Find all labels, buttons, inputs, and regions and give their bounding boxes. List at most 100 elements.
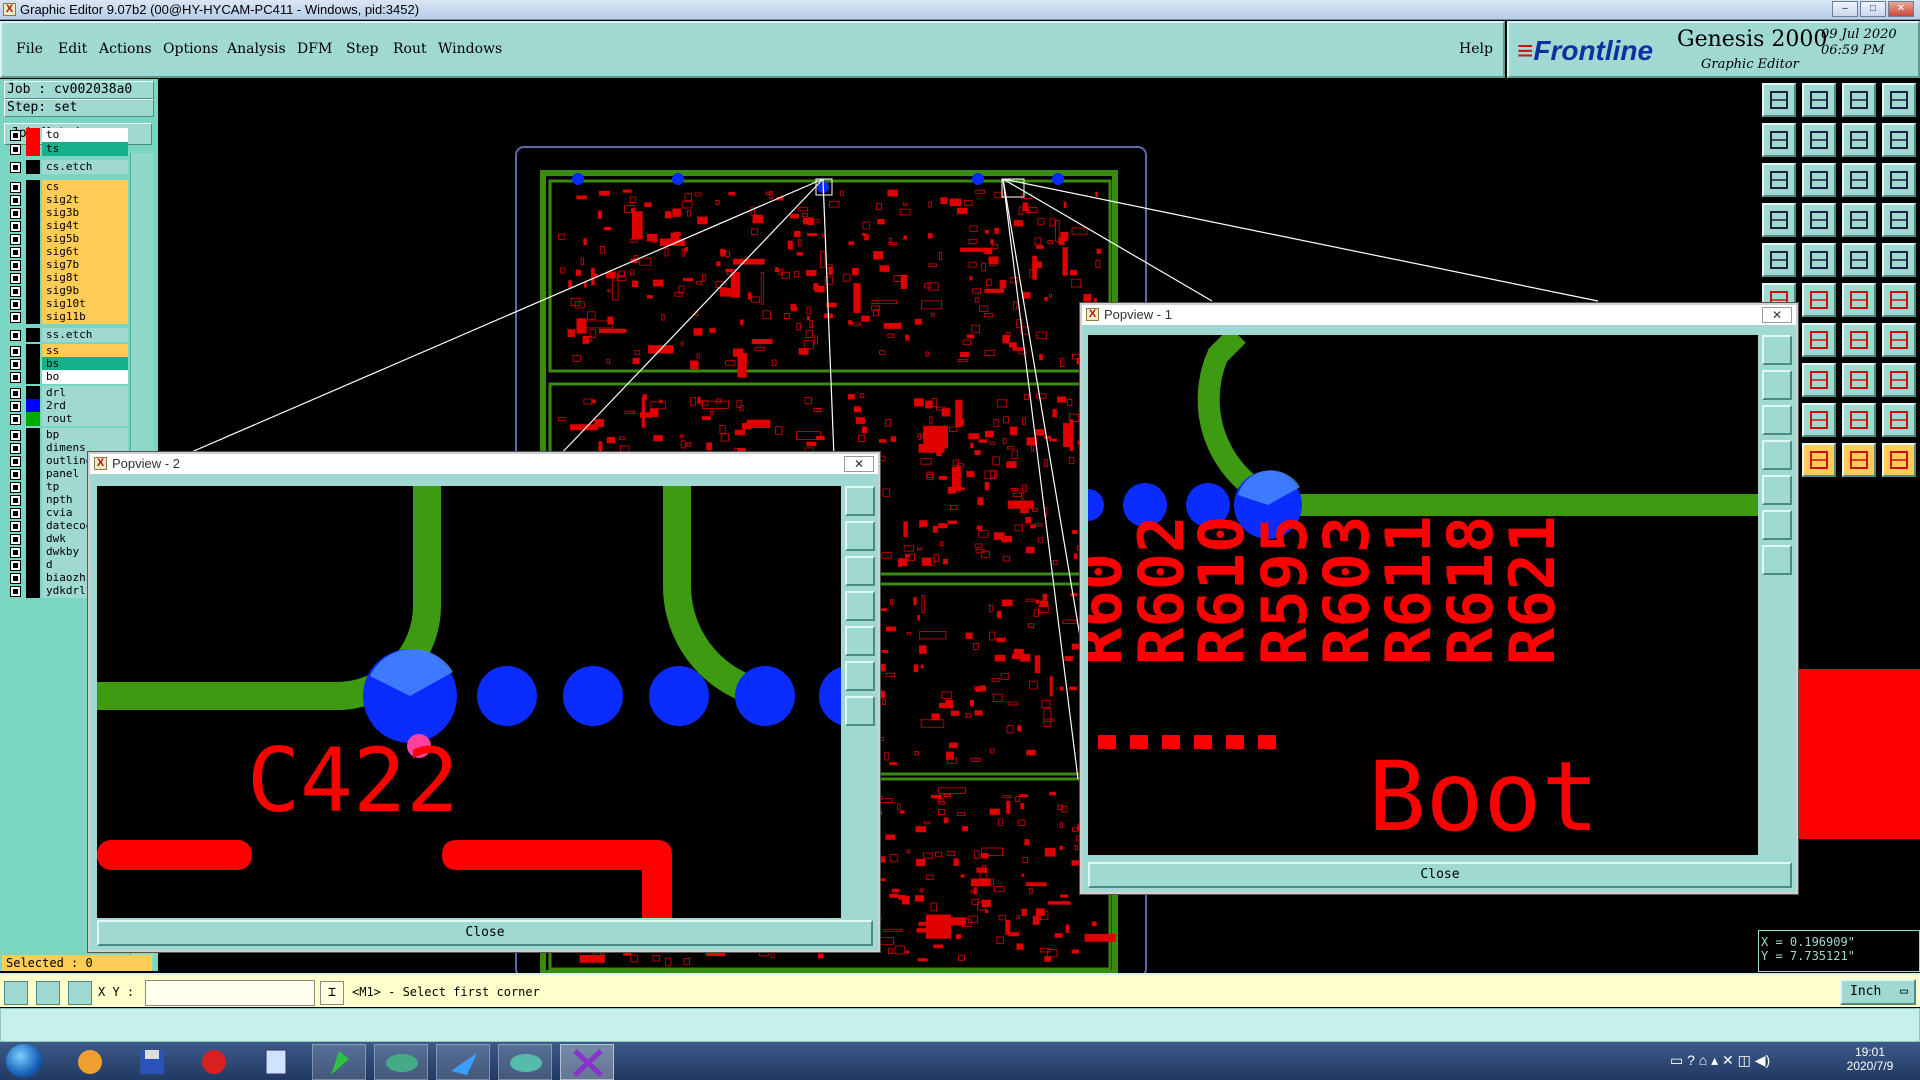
layers2-icon[interactable] — [1882, 203, 1916, 237]
popview-1-tool-7[interactable] — [1762, 545, 1792, 575]
start-button[interactable] — [6, 1044, 42, 1078]
taskbar-app-shell[interactable] — [66, 1046, 114, 1078]
rect-icon[interactable] — [1882, 363, 1916, 397]
layer-checkbox[interactable] — [10, 312, 21, 323]
grid-icon[interactable] — [1802, 203, 1836, 237]
cursor-icon[interactable]: ⌶ — [320, 981, 344, 1005]
snap-icon[interactable] — [4, 981, 28, 1005]
record-icon[interactable] — [1762, 243, 1796, 277]
popview-2-tool-6[interactable] — [845, 661, 875, 691]
taskbar-app-eye-2[interactable] — [498, 1044, 552, 1080]
save-icon[interactable] — [1802, 83, 1836, 117]
connect-icon[interactable] — [1842, 283, 1876, 317]
zoom-icon[interactable] — [1842, 123, 1876, 157]
layers-icon[interactable] — [1842, 203, 1876, 237]
menu-analysis[interactable]: Analysis — [227, 41, 286, 57]
popview-2-tool-1[interactable] — [845, 486, 875, 516]
curve-icon[interactable] — [1802, 323, 1836, 357]
taskbar-app-bird[interactable] — [436, 1044, 490, 1080]
popview-1-tool-4[interactable] — [1762, 440, 1792, 470]
help-icon[interactable] — [1882, 163, 1916, 197]
measure-icon[interactable] — [36, 981, 60, 1005]
circle-icon[interactable] — [1842, 363, 1876, 397]
popview-2-viewport[interactable]: C422 — [97, 486, 841, 918]
edit-icon[interactable] — [1802, 243, 1836, 277]
menu-dfm[interactable]: DFM — [297, 41, 332, 57]
taskbar-app-eye[interactable] — [374, 1044, 428, 1080]
popview-1-tool-5[interactable] — [1762, 475, 1792, 505]
arc3-icon[interactable] — [1802, 403, 1836, 437]
menu-options[interactable]: Options — [163, 41, 218, 57]
dot-icon[interactable] — [1882, 243, 1916, 277]
popview-2-tool-2[interactable] — [845, 521, 875, 551]
units-dropdown[interactable]: Inch ▭ — [1840, 979, 1916, 1005]
popview-2-tool-4[interactable] — [845, 591, 875, 621]
ratio-icon[interactable] — [1842, 163, 1876, 197]
taskbar-app-notepad[interactable] — [252, 1046, 300, 1078]
popview-1-tool-2[interactable] — [1762, 370, 1792, 400]
popview-1-tool-1[interactable] — [1762, 335, 1792, 365]
layer-checkbox[interactable] — [10, 162, 21, 173]
system-tray-icons[interactable]: ▭ ? ⌂ ▴ ✕ ◫ ◀) — [1670, 1052, 1770, 1069]
menu-windows[interactable]: Windows — [438, 41, 502, 57]
popview-1-tool-3[interactable] — [1762, 405, 1792, 435]
popview-2-tool-7[interactable] — [845, 696, 875, 726]
xy-input[interactable] — [145, 980, 315, 1006]
menu-edit[interactable]: Edit — [58, 41, 87, 57]
popview-2-close-button[interactable]: Close — [97, 920, 873, 946]
layer-row-ts[interactable]: ts — [6, 141, 128, 157]
taskbar-app-genesis[interactable] — [560, 1044, 614, 1080]
taskbar-app-save[interactable] — [128, 1046, 176, 1078]
maximize-button[interactable]: □ — [1860, 1, 1886, 17]
cursor2-icon[interactable] — [1802, 443, 1836, 477]
arc4-icon[interactable] — [1842, 403, 1876, 437]
layer-row-ss-etch[interactable]: ss.etch — [6, 327, 128, 343]
lines-icon[interactable] — [1882, 123, 1916, 157]
ruler-icon[interactable] — [1842, 243, 1876, 277]
popview-1-close-button[interactable]: Close — [1088, 862, 1792, 888]
menu-step[interactable]: Step — [346, 41, 378, 57]
layer-checkbox[interactable] — [10, 144, 21, 155]
taskbar-clock[interactable]: 19:01 2020/7/9 — [1840, 1045, 1900, 1073]
close-window-button[interactable]: ✕ — [1888, 1, 1914, 17]
popview-2-tool-5[interactable] — [845, 626, 875, 656]
popview-1-tool-6[interactable] — [1762, 510, 1792, 540]
layer-checkbox[interactable] — [10, 414, 21, 425]
right-icon[interactable] — [1802, 123, 1836, 157]
grid-icon[interactable] — [68, 981, 92, 1005]
menu-help[interactable]: Help — [1459, 41, 1493, 57]
menu-rout[interactable]: Rout — [393, 41, 427, 57]
fit-icon[interactable] — [1762, 163, 1796, 197]
popview-2-tool-3[interactable] — [845, 556, 875, 586]
panel-icon[interactable] — [1882, 83, 1916, 117]
popview-1-viewport[interactable]: R60 R602 R610 R595 R603 R611 R618 R621 B… — [1088, 335, 1758, 855]
layer-checkbox[interactable] — [10, 130, 21, 141]
cursor3-icon[interactable] — [1842, 443, 1876, 477]
move-icon[interactable] — [1802, 163, 1836, 197]
hook-icon[interactable] — [1762, 203, 1796, 237]
popview-1-close-icon[interactable]: ✕ — [1762, 307, 1792, 323]
taskbar-app-red[interactable] — [190, 1046, 238, 1078]
house-icon[interactable] — [1842, 83, 1876, 117]
layer-row-cs-etch[interactable]: cs.etch — [6, 159, 128, 175]
layer-row-bo[interactable]: bo — [6, 369, 128, 385]
cursor4-icon[interactable] — [1882, 443, 1916, 477]
arc5-icon[interactable] — [1882, 403, 1916, 437]
layer-checkbox[interactable] — [10, 372, 21, 383]
layer-row-rout[interactable]: rout — [6, 411, 128, 427]
layer-checkbox[interactable] — [10, 330, 21, 341]
layer-row-sig11b[interactable]: sig11b — [6, 309, 128, 325]
taskbar-app-green[interactable] — [312, 1044, 366, 1080]
menu-file[interactable]: File — [16, 41, 43, 57]
left-icon[interactable] — [1762, 123, 1796, 157]
minimize-button[interactable]: – — [1832, 1, 1858, 17]
cross-icon[interactable] — [1802, 283, 1836, 317]
layer-checkbox[interactable] — [10, 586, 21, 597]
stack-icon[interactable] — [1882, 323, 1916, 357]
menu-actions[interactable]: Actions — [99, 41, 152, 57]
home-icon[interactable] — [1762, 83, 1796, 117]
connect2-icon[interactable] — [1882, 283, 1916, 317]
arc-icon[interactable] — [1842, 323, 1876, 357]
path-icon[interactable] — [1802, 363, 1836, 397]
popview-2-close-icon[interactable]: ✕ — [844, 456, 874, 472]
